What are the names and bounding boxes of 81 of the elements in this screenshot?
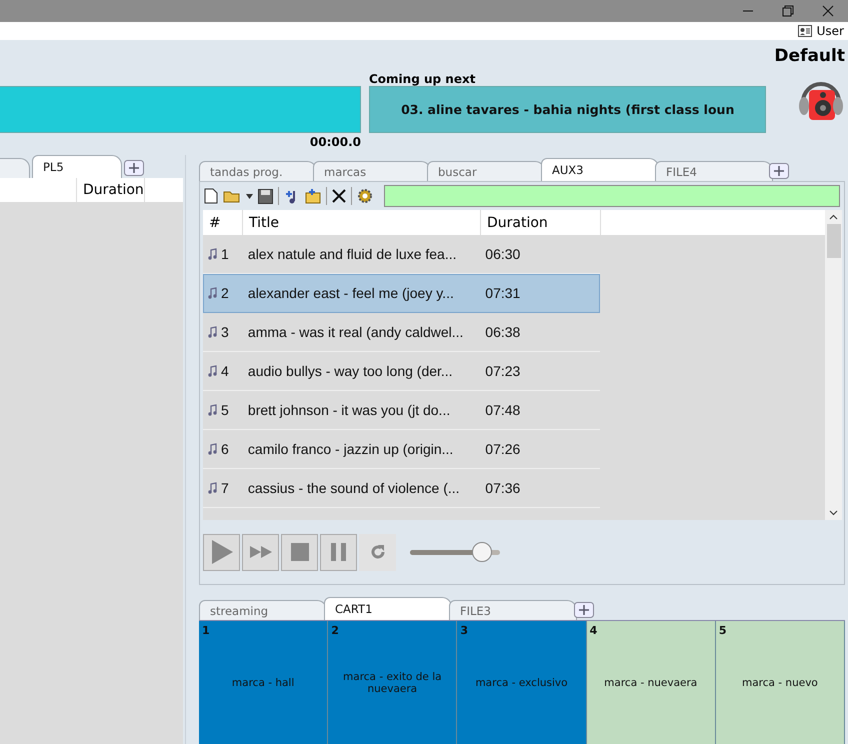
add-tab-icon[interactable] [124,160,144,176]
track-row[interactable]: 7 cassius - the sound of violence (... 07:36 [203,469,600,508]
track-number: 1 [221,246,229,262]
tab[interactable]: streaming [199,600,327,620]
cart-button[interactable]: 5 marca - nuevo [716,621,846,744]
next-track-bar: 03. aline tavares - bahia nights (first class loun [369,86,766,133]
track-row[interactable]: 3 amma - was it real (andy caldwel... 06:38 [203,313,600,352]
track-duration: 07:23 [484,362,522,381]
track-title: brett johnson - it was you (jt do... [246,401,452,420]
user-label[interactable]: User [816,24,844,38]
track-title: audio bullys - way too long (der... [246,362,454,381]
tab[interactable]: AUX3 [541,158,659,181]
track-duration: 07:26 [484,440,522,459]
track-row[interactable]: 2 alexander east - feel me (joey y... 07:31 [203,274,600,313]
scroll-thumb[interactable] [826,224,840,258]
add-tab-icon[interactable] [574,602,594,618]
music-note-icon [208,404,217,416]
track-duration: 07:36 [484,479,522,498]
close-icon[interactable] [822,5,834,17]
track-title: camilo franco - jazzin up (origin... [246,440,454,459]
play-icon [210,539,234,565]
track-duration: 07:48 [484,401,522,420]
fast-forward-button[interactable] [242,534,279,570]
new-file-icon[interactable] [204,188,218,204]
cart-button[interactable]: 3 marca - exclusivo [457,621,587,744]
cart-button[interactable]: 4 marca - nuevaera [586,621,716,744]
track-title: alex natule and fluid de luxe fea... [246,245,458,264]
delete-icon[interactable] [332,189,346,203]
track-duration: 06:30 [484,245,522,264]
track-title: amma - was it real (andy caldwel... [246,323,464,342]
track-duration: 07:31 [484,284,522,303]
tab[interactable]: FILE4 [655,161,773,181]
gear-icon[interactable] [357,188,373,204]
search-field[interactable] [384,185,840,207]
track-number: 2 [221,285,229,301]
save-icon[interactable] [258,188,273,204]
track-title: alexander east - feel me (joey y... [246,284,455,303]
tab[interactable]: FILE3 [449,600,577,620]
profile-name: Default [774,46,845,66]
scrollbar[interactable] [825,210,842,520]
cart-button[interactable]: 2 marca - exito de la nuevaera [328,621,458,744]
elapsed-time: 00:00.0 [310,135,361,149]
play-button[interactable] [203,534,240,570]
cart-button[interactable]: 1 marca - hall [199,621,328,744]
dropdown-caret-icon[interactable] [246,194,253,198]
music-note-icon [208,287,217,299]
volume-slider[interactable] [410,542,500,562]
track-duration: 06:38 [484,323,522,342]
track-row[interactable]: 4 audio bullys - way too long (der... 07:23 [203,352,600,391]
music-note-icon [208,443,217,455]
column-header[interactable]: Duration [481,210,601,235]
track-number: 3 [221,324,229,340]
tab[interactable]: CART1 [324,597,452,620]
pause-button[interactable] [320,534,357,570]
music-note-icon [208,326,217,338]
track-title: cassius - the sound of violence (... [246,479,461,498]
add-folder-icon[interactable] [305,188,321,204]
track-number: 5 [221,402,229,418]
loop-button[interactable] [359,534,396,570]
scroll-down-icon[interactable] [829,510,838,516]
user-card-icon [798,25,812,37]
music-note-icon [208,365,217,377]
scroll-up-icon[interactable] [829,214,838,220]
add-tab-icon[interactable] [769,163,789,179]
pause-icon [330,543,346,561]
stop-button[interactable] [281,534,318,570]
loop-icon [368,543,386,561]
music-note-icon [208,482,217,494]
tab[interactable]: PL5 [32,155,122,178]
track-number: 7 [221,480,229,496]
next-label: Coming up next [369,72,476,86]
track-row[interactable]: 5 brett johnson - it was you (jt do... 07:48 [203,391,600,430]
restore-icon[interactable] [782,5,794,17]
track-row[interactable]: 6 camilo franco - jazzin up (origin... 07:26 [203,430,600,469]
track-number: 6 [221,441,229,457]
fast-forward-icon [248,545,272,559]
column-header[interactable]: # [203,210,243,235]
stop-icon [290,543,308,561]
music-note-icon [208,248,217,260]
track-number: 4 [221,363,229,379]
column-header[interactable]: Title [243,210,481,235]
